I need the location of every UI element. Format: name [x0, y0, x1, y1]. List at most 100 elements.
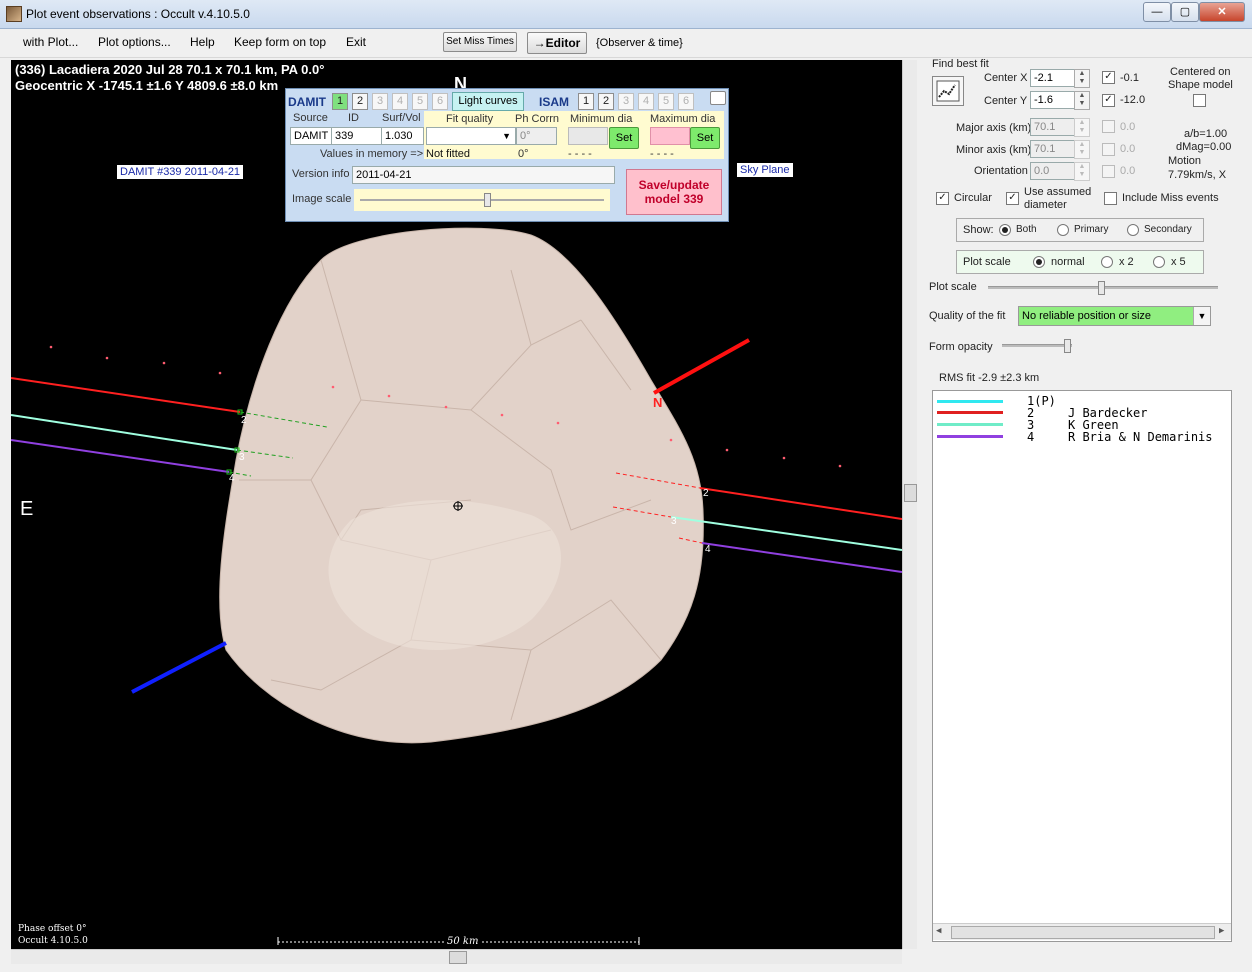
menu-with-plot[interactable]: with Plot...: [23, 35, 78, 49]
center-x-checkbox[interactable]: ✓: [1102, 71, 1115, 84]
chord-line-4: [11, 439, 230, 473]
image-scale-slider[interactable]: [354, 189, 610, 211]
center-x-spinner[interactable]: ▲ ▼: [1074, 69, 1090, 88]
center-x-delta: -0.1: [1120, 72, 1139, 84]
scale-normal-radio[interactable]: [1033, 256, 1045, 268]
fit-memory-value: Not fitted: [426, 148, 471, 160]
isam-model-4-button[interactable]: 4: [638, 93, 654, 110]
plot-header-line2: Geocentric X -1745.1 ±1.6 Y 4809.6 ±8.0 …: [15, 78, 279, 93]
pole-axis-north: [653, 338, 750, 395]
form-opacity-thumb[interactable]: [1064, 339, 1071, 353]
scroll-left-icon[interactable]: ◀: [936, 926, 941, 936]
damit-tag-label: DAMIT #339 2011-04-21: [117, 165, 244, 179]
use-assumed-checkbox[interactable]: ✓: [1006, 192, 1019, 205]
find-best-fit-label: Find best fit: [932, 58, 989, 70]
set-minimum-button[interactable]: Set: [609, 127, 639, 149]
set-maximum-button[interactable]: Set: [690, 127, 720, 149]
orientation-checkbox[interactable]: [1102, 165, 1115, 178]
fit-box: Fit quality Ph Corrn Minimum dia Maximum…: [424, 111, 724, 160]
legend-horizontal-scrollbar[interactable]: ◀ ▶: [933, 923, 1231, 940]
fit-quality-dropdown[interactable]: ▼: [426, 127, 516, 145]
plot-horizontal-scrollbar[interactable]: [11, 949, 902, 964]
centered-on-shape-checkbox[interactable]: [1193, 94, 1206, 107]
isam-model-2-button[interactable]: 2: [598, 93, 614, 110]
set-miss-times-button[interactable]: Set Miss Times: [443, 32, 517, 52]
show-secondary-radio[interactable]: [1127, 224, 1139, 236]
scale-x5-radio[interactable]: [1153, 256, 1165, 268]
id-field[interactable]: 339: [331, 127, 382, 145]
max-memory-value: - - - -: [650, 148, 674, 160]
damit-model-2-button[interactable]: 2: [352, 93, 368, 110]
damit-model-3-button[interactable]: 3: [372, 93, 388, 110]
find-best-fit-button[interactable]: [932, 76, 964, 106]
ph-corrn-label: Ph Corrn: [515, 113, 560, 125]
scale-x2-radio[interactable]: [1101, 256, 1113, 268]
plot-scale-slider[interactable]: [988, 280, 1218, 295]
center-y-checkbox[interactable]: ✓: [1102, 94, 1115, 107]
horizontal-scroll-thumb[interactable]: [449, 951, 467, 964]
rms-fit-label: RMS fit -2.9 ±2.3 km: [939, 372, 1040, 384]
include-miss-checkbox[interactable]: [1104, 192, 1117, 205]
quality-fit-dropdown[interactable]: No reliable position or size ▼: [1018, 306, 1211, 326]
damit-model-1-button[interactable]: 1: [332, 93, 348, 110]
surf-vol-label: Surf/Vol: [382, 112, 421, 124]
menu-exit[interactable]: Exit: [346, 35, 366, 49]
version-info-field[interactable]: 2011-04-21: [352, 166, 615, 184]
ab-ratio-label: a/b=1.00: [1184, 128, 1228, 140]
legend-scroll-thumb[interactable]: [951, 926, 1215, 939]
maximize-button[interactable]: ▢: [1171, 2, 1199, 22]
show-primary-radio[interactable]: [1057, 224, 1069, 236]
plot-scale-group: Plot scale normal x 2 x 5: [956, 250, 1204, 274]
show-both-radio[interactable]: [999, 224, 1011, 236]
plot-scale-thumb[interactable]: [1098, 281, 1105, 295]
orientation-field[interactable]: 0.0: [1030, 162, 1077, 180]
damit-model-4-button[interactable]: 4: [392, 93, 408, 110]
plot-header-line1: (336) Lacadiera 2020 Jul 28 70.1 x 70.1 …: [15, 62, 325, 77]
damit-model-5-button[interactable]: 5: [412, 93, 428, 110]
ph-corrn-field[interactable]: 0°: [516, 127, 557, 145]
center-y-field[interactable]: -1.6: [1030, 91, 1077, 109]
legend-name-4: R Bria & N Demarinis: [1068, 430, 1213, 444]
minor-axis-spinner[interactable]: ▲ ▼: [1074, 140, 1090, 159]
source-field: DAMIT: [290, 127, 333, 145]
light-curves-button[interactable]: Light curves: [452, 92, 524, 111]
observer-legend-list[interactable]: 1(P) 2 J Bardecker 3 K Green 4 R Bria & …: [932, 390, 1232, 942]
center-y-spinner[interactable]: ▲ ▼: [1074, 91, 1090, 110]
minor-axis-checkbox[interactable]: [1102, 143, 1115, 156]
center-x-field[interactable]: -2.1: [1030, 69, 1077, 87]
shape-model-label: Shape model: [1168, 79, 1233, 91]
panel-collapse-button[interactable]: [710, 91, 726, 105]
plot-vertical-scrollbar[interactable]: [902, 60, 917, 949]
surf-vol-field[interactable]: 1.030: [381, 127, 424, 145]
scroll-right-icon[interactable]: ▶: [1219, 926, 1224, 936]
minor-axis-field[interactable]: 70.1: [1030, 140, 1077, 158]
save-update-model-button[interactable]: Save/update model 339: [626, 169, 722, 215]
isam-model-1-button[interactable]: 1: [578, 93, 594, 110]
scale-normal-label: normal: [1051, 256, 1085, 268]
legend-num-4: 4: [1027, 430, 1035, 444]
major-axis-field[interactable]: 70.1: [1030, 118, 1077, 136]
observer-time-label: {Observer & time}: [596, 37, 683, 49]
major-axis-checkbox[interactable]: [1102, 120, 1115, 133]
show-group: Show: Both Primary Secondary: [956, 218, 1204, 242]
orientation-spinner[interactable]: ▲ ▼: [1074, 162, 1090, 181]
scale-x5-label: x 5: [1171, 256, 1186, 268]
isam-model-5-button[interactable]: 5: [658, 93, 674, 110]
values-in-memory-label: Values in memory =>: [320, 148, 424, 160]
menu-keep-on-top[interactable]: Keep form on top: [234, 35, 326, 49]
editor-button[interactable]: →Editor: [527, 32, 587, 54]
damit-model-6-button[interactable]: 6: [432, 93, 448, 110]
form-opacity-slider[interactable]: [1002, 338, 1074, 353]
menu-help[interactable]: Help: [190, 35, 215, 49]
menu-plot-options[interactable]: Plot options...: [98, 35, 171, 49]
damit-label: DAMIT: [288, 95, 326, 109]
vertical-scroll-thumb[interactable]: [904, 484, 917, 502]
image-scale-thumb[interactable]: [484, 193, 491, 207]
asteroid-shape: [219, 227, 704, 744]
close-button[interactable]: ✕: [1199, 2, 1245, 22]
isam-model-6-button[interactable]: 6: [678, 93, 694, 110]
major-axis-spinner[interactable]: ▲ ▼: [1074, 118, 1090, 137]
minimize-button[interactable]: —: [1143, 2, 1171, 22]
isam-model-3-button[interactable]: 3: [618, 93, 634, 110]
circular-checkbox[interactable]: ✓: [936, 192, 949, 205]
